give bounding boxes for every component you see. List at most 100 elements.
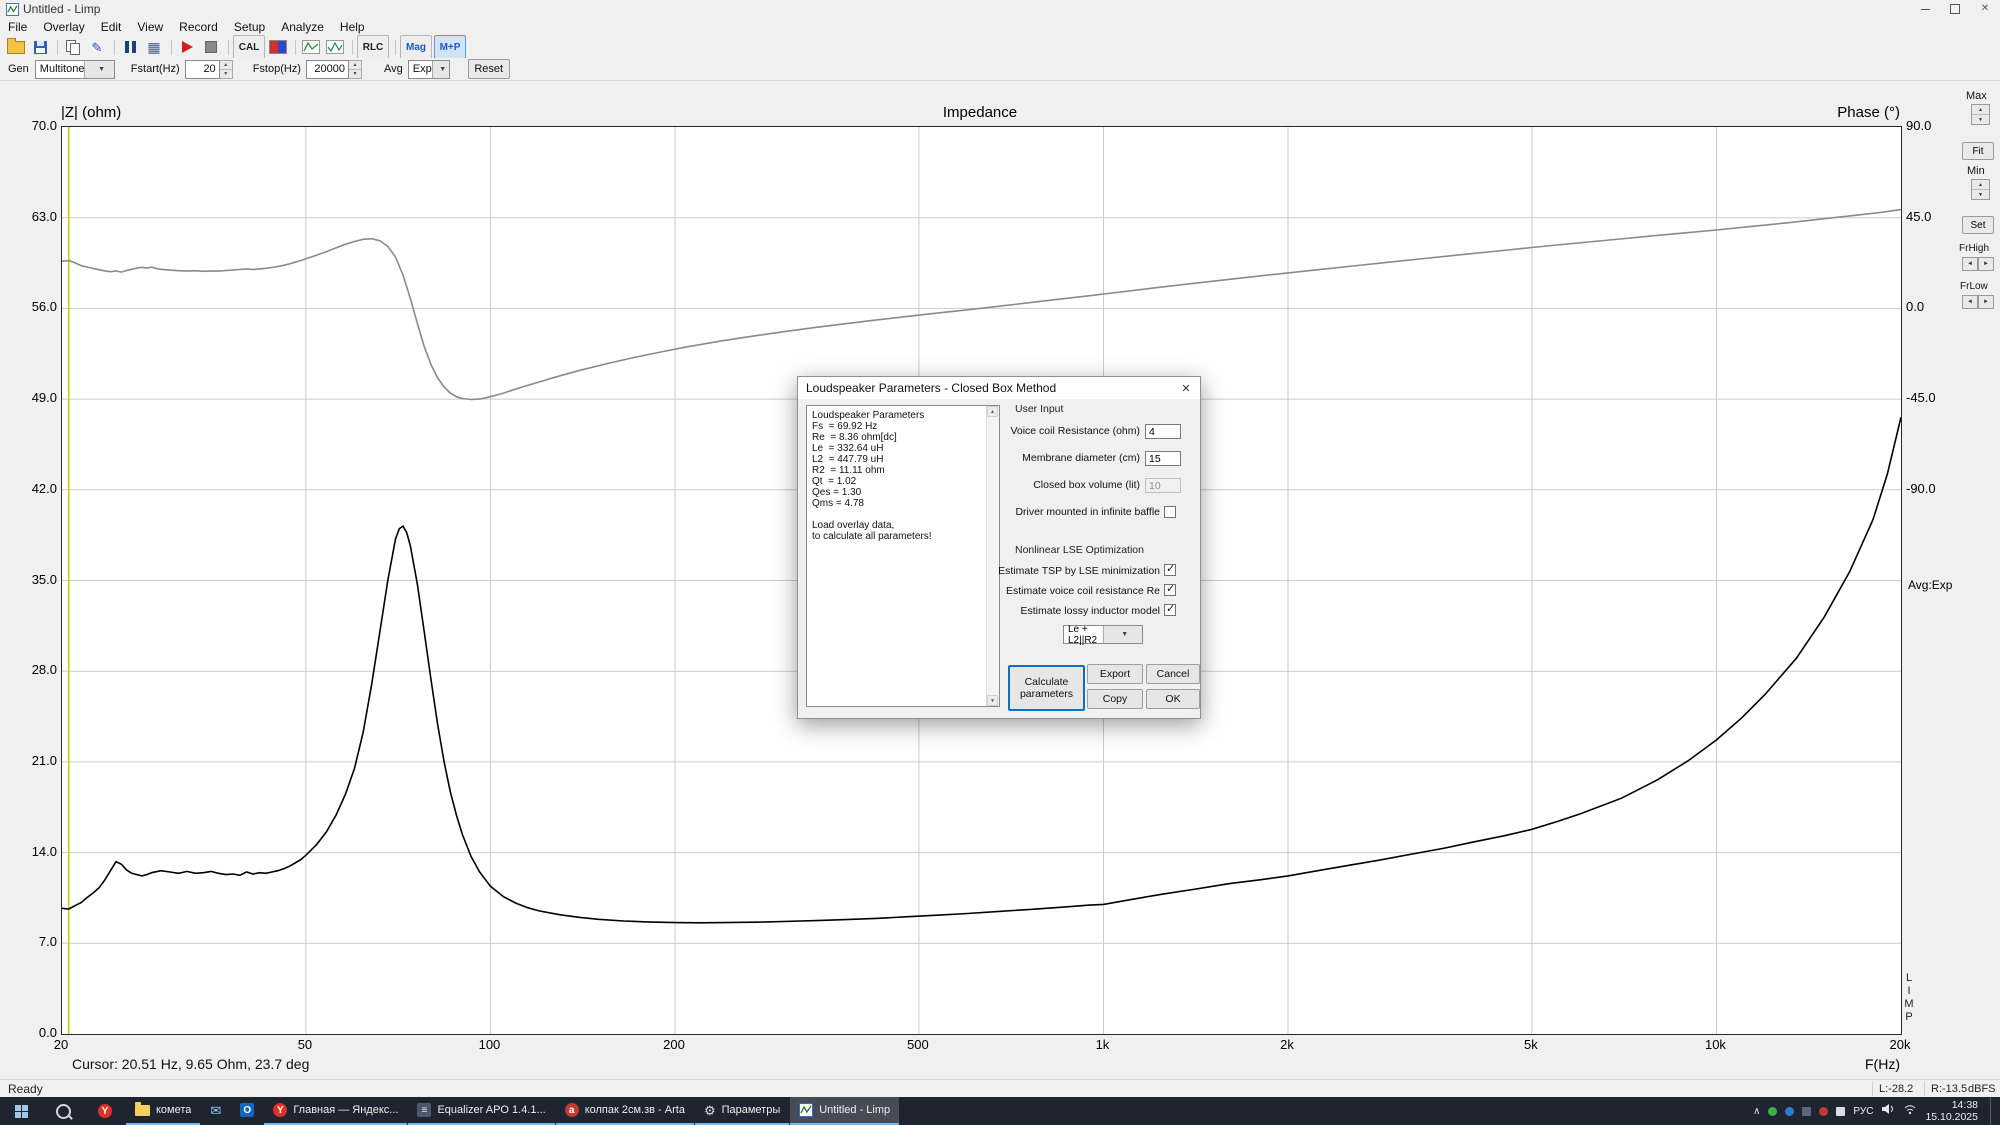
generator-type-dropdown[interactable]: Multitone ▼ [35, 60, 115, 79]
y-right-tick: -90.0 [1906, 481, 1960, 497]
clock[interactable]: 14:38 15.10.2025 [1925, 1099, 1978, 1123]
limp-logo: L I M P [1903, 972, 1915, 1024]
infinite-baffle-checkbox[interactable] [1164, 506, 1176, 518]
calibrate-button[interactable]: CAL [233, 35, 265, 59]
fstop-spinner[interactable]: ▲▼ [349, 60, 362, 79]
menu-view[interactable]: View [129, 20, 171, 34]
min-spinner[interactable]: ▲▼ [1971, 179, 1990, 200]
open-file-button[interactable] [5, 37, 27, 57]
y-right-tick: 45.0 [1906, 209, 1960, 225]
rlc-button[interactable]: RLC [357, 35, 389, 59]
y-left-tick: 21.0 [9, 753, 57, 769]
chevron-down-icon: ▼ [84, 61, 113, 78]
calculate-parameters-button[interactable]: Calculate parameters [1008, 665, 1085, 711]
fit-button[interactable]: Fit [1962, 142, 1994, 160]
y-left-tick: 56.0 [9, 299, 57, 315]
y-right-tick: 0.0 [1906, 299, 1960, 315]
fr-high-arrows[interactable]: ◄► [1962, 257, 1994, 271]
search-button[interactable] [42, 1097, 84, 1125]
fstart-spinner[interactable]: ▲▼ [220, 60, 233, 79]
menu-record[interactable]: Record [171, 20, 226, 34]
scroll-down-icon[interactable]: ▼ [987, 695, 998, 706]
app3-tray-icon[interactable] [1819, 1107, 1828, 1116]
minimize-button[interactable] [1910, 0, 1940, 18]
dialog-title: Loudspeaker Parameters - Closed Box Meth… [806, 381, 1056, 395]
max-spinner[interactable]: ▲▼ [1971, 104, 1990, 125]
membrane-diameter-input[interactable]: 15 [1145, 451, 1181, 466]
scroll-up-icon[interactable]: ▲ [987, 406, 998, 417]
pause-button[interactable] [119, 37, 141, 57]
save-icon [34, 41, 47, 54]
taskbar-item-label: колпак 2см.зв - Arta [585, 1104, 685, 1116]
dialog-titlebar[interactable]: Loudspeaker Parameters - Closed Box Meth… [798, 377, 1200, 399]
voice-coil-resistance-label: Voice coil Resistance (ohm) [998, 425, 1140, 438]
estimate-re-checkbox[interactable] [1164, 584, 1176, 596]
taskbar-item-settings[interactable]: ⚙Параметры [695, 1097, 789, 1125]
x-tick: 200 [644, 1037, 704, 1053]
menu-file[interactable]: File [0, 20, 35, 34]
volume-icon[interactable] [1881, 1102, 1895, 1120]
tray-expand-icon[interactable]: ∧ [1753, 1106, 1760, 1117]
taskbar-item-limp[interactable]: Untitled - Limp [790, 1097, 899, 1125]
menu-edit[interactable]: Edit [93, 20, 130, 34]
dialog-close-button[interactable]: ✕ [1174, 379, 1198, 397]
status-bar: Ready L:-28.2 R:-13.5 dBFS [0, 1079, 2000, 1098]
parameters-text-area[interactable]: Loudspeaker Parameters Fs = 69.92 Hz Re … [806, 405, 1000, 707]
cancel-button[interactable]: Cancel [1146, 664, 1200, 684]
save-file-button[interactable] [29, 37, 51, 57]
taskbar-item-mail[interactable]: ✉ [201, 1097, 230, 1125]
network-icon[interactable] [1903, 1102, 1917, 1120]
record-start-button[interactable] [176, 37, 198, 57]
taskbar-item-equalizer[interactable]: ≡Equalizer APO 1.4.1... [408, 1097, 554, 1125]
export-button[interactable]: Export [1087, 664, 1143, 684]
taskbar-item-arta[interactable]: aколпак 2см.зв - Arta [556, 1097, 694, 1125]
record-stop-button[interactable] [200, 37, 222, 57]
menu-overlay[interactable]: Overlay [35, 20, 92, 34]
edit-button[interactable]: ✎ [86, 37, 108, 57]
maximize-button[interactable] [1940, 0, 1970, 18]
language-indicator[interactable]: РУС [1853, 1106, 1873, 1117]
fr-low-arrows[interactable]: ◄► [1962, 295, 1994, 309]
magnitude-view-button[interactable]: Mag [400, 35, 432, 59]
avg-dropdown[interactable]: Exp ▼ [408, 60, 450, 79]
inductor-model-dropdown[interactable]: Le + L2||R2 ▼ [1063, 625, 1143, 644]
toolbar-separator [352, 40, 353, 55]
graph-view-button[interactable] [300, 37, 322, 57]
avg-value: Exp [409, 63, 432, 75]
app4-tray-icon[interactable] [1836, 1107, 1845, 1116]
stop-icon [205, 41, 217, 53]
app2-tray-icon[interactable] [1802, 1107, 1811, 1116]
magnitude-phase-view-button[interactable]: M+P [434, 35, 466, 59]
fr-display-button[interactable] [267, 37, 289, 57]
antivirus-tray-icon[interactable] [1768, 1107, 1777, 1116]
x-tick: 100 [459, 1037, 519, 1053]
show-desktop-button[interactable] [1990, 1097, 1996, 1125]
browser-pinned-button[interactable]: Y [84, 1097, 126, 1125]
close-button[interactable]: ✕ [1970, 0, 2000, 18]
app-tray-icon[interactable] [1785, 1107, 1794, 1116]
right-axis-title: Phase (°) [1800, 104, 1900, 121]
set-button[interactable]: Set [1962, 216, 1994, 234]
estimate-tsp-checkbox[interactable] [1164, 564, 1176, 576]
graph-view2-button[interactable] [324, 37, 346, 57]
menu-analyze[interactable]: Analyze [273, 20, 332, 34]
closed-box-volume-label: Closed box volume (lit) [998, 479, 1140, 492]
scrollbar[interactable]: ▲▼ [986, 406, 999, 706]
membrane-diameter-label: Membrane diameter (cm) [998, 452, 1140, 465]
taskbar-item-outlook[interactable]: O [231, 1097, 263, 1125]
taskbar-item-yandex[interactable]: YГлавная — Яндекс... [264, 1097, 407, 1125]
menu-help[interactable]: Help [332, 20, 373, 34]
ok-button[interactable]: OK [1146, 689, 1200, 709]
start-button[interactable] [0, 1097, 42, 1125]
fstart-input[interactable]: 20 [185, 60, 220, 79]
copy-button-dialog[interactable]: Copy [1087, 689, 1143, 709]
taskbar-item-folder[interactable]: комета [126, 1097, 200, 1125]
y-left-tick: 35.0 [9, 572, 57, 588]
data-table-button[interactable]: ▦ [143, 37, 165, 57]
estimate-lossy-inductor-checkbox[interactable] [1164, 604, 1176, 616]
reset-button[interactable]: Reset [468, 59, 510, 79]
menu-setup[interactable]: Setup [226, 20, 273, 34]
fstop-input[interactable]: 20000 [306, 60, 349, 79]
voice-coil-resistance-input[interactable]: 4 [1145, 424, 1181, 439]
copy-button[interactable] [62, 37, 84, 57]
